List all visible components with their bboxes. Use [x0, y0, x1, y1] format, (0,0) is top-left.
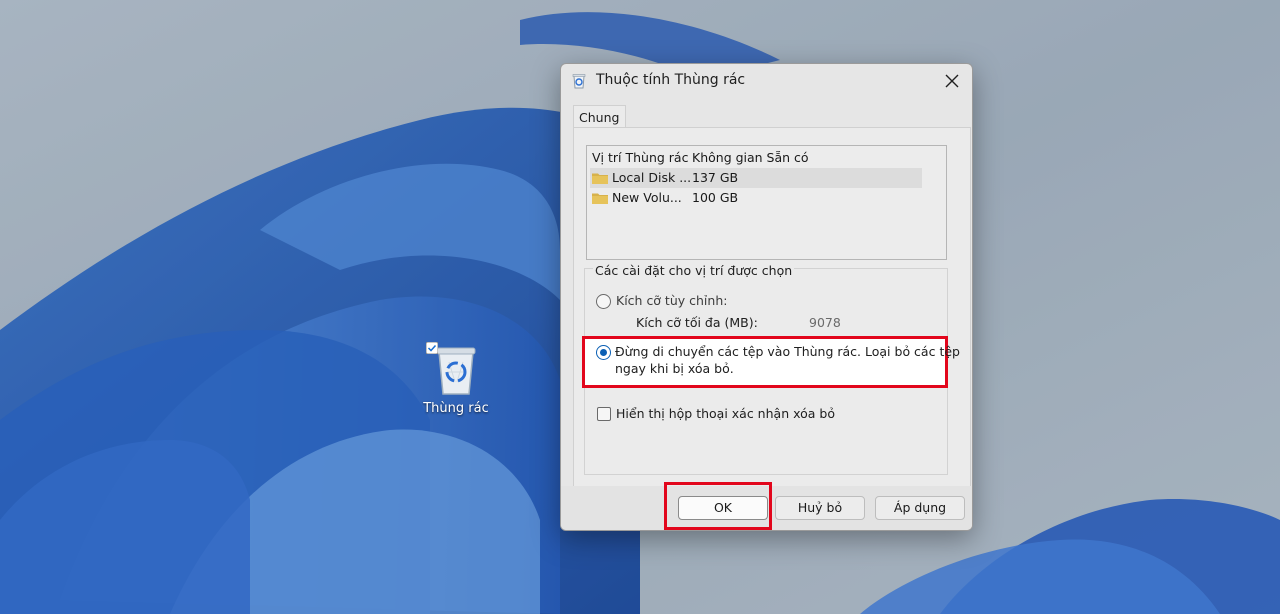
folder-icon	[592, 193, 608, 204]
recycle-bin-small-icon	[572, 74, 586, 89]
dont-move-files-label-line2: ngay khi bị xóa bỏ.	[615, 361, 734, 376]
location-name: Local Disk ...	[612, 170, 692, 185]
list-item[interactable]: New Volu... 100 GB	[590, 188, 922, 208]
location-listbox[interactable]: Vị trí Thùng rác Không gian Sẵn có Local…	[586, 145, 947, 260]
desktop-icon-label: Thùng rác	[423, 401, 489, 416]
list-header: Vị trí Thùng rác Không gian Sẵn có	[590, 148, 922, 168]
header-location[interactable]: Vị trí Thùng rác	[592, 148, 688, 168]
apply-button[interactable]: Áp dụng	[875, 496, 965, 520]
close-icon	[945, 74, 959, 88]
custom-size-radio[interactable]	[596, 294, 611, 309]
max-size-label: Kích cỡ tối đa (MB):	[636, 315, 758, 330]
recycle-bin-icon	[436, 347, 476, 395]
desktop-recycle-bin[interactable]: Thùng rác	[418, 342, 494, 416]
show-confirmation-label: Hiển thị hộp thoại xác nhận xóa bỏ	[616, 406, 835, 421]
tab-panel-general: Vị trí Thùng rác Không gian Sẵn có Local…	[573, 127, 971, 490]
title-bar[interactable]: Thuộc tính Thùng rác	[561, 64, 972, 98]
custom-size-label: Kích cỡ tùy chỉnh:	[616, 293, 728, 308]
recycle-bin-properties-dialog: Thuộc tính Thùng rác Chung Vị trí Thùng …	[560, 63, 973, 531]
max-size-value: 9078	[809, 315, 841, 330]
close-button[interactable]	[938, 68, 966, 94]
dont-move-files-radio[interactable]	[596, 345, 611, 360]
ok-button-highlight	[664, 482, 772, 530]
highlighted-option-box: Đừng di chuyển các tệp vào Thùng rác. Lo…	[582, 336, 960, 388]
location-space: 100 GB	[692, 190, 739, 205]
folder-icon	[592, 173, 608, 184]
location-space: 137 GB	[692, 170, 739, 185]
header-space[interactable]: Không gian Sẵn có	[692, 148, 809, 168]
location-name: New Volu...	[612, 190, 682, 205]
checkmark-icon	[426, 342, 438, 354]
dialog-title: Thuộc tính Thùng rác	[596, 72, 746, 88]
dont-move-files-label-line1: Đừng di chuyển các tệp vào Thùng rác. Lo…	[615, 344, 960, 359]
settings-group-title: Các cài đặt cho vị trí được chọn	[593, 263, 795, 278]
show-confirmation-checkbox[interactable]	[597, 407, 611, 421]
list-item[interactable]: Local Disk ... 137 GB	[590, 168, 922, 188]
cancel-button[interactable]: Huỷ bỏ	[775, 496, 865, 520]
